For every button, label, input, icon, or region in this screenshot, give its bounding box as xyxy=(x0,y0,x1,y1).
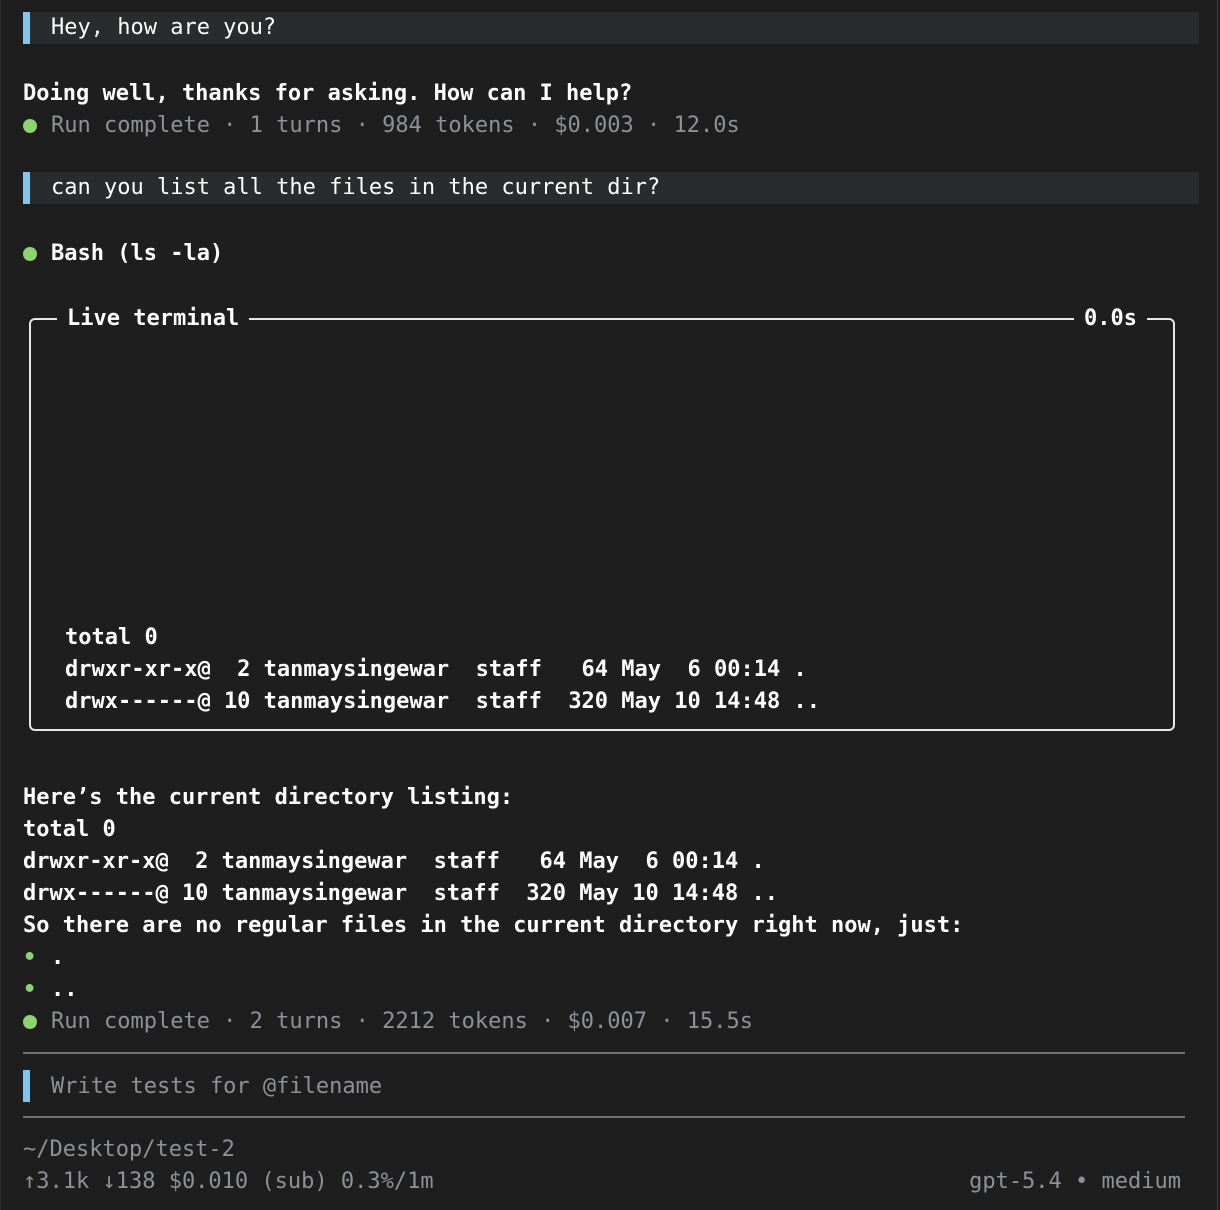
user-message-bar xyxy=(23,12,30,44)
status-dot-icon xyxy=(23,1015,37,1029)
terminal-output-line: drwxr-xr-x@ 2 tanmaysingewar staff 64 Ma… xyxy=(65,657,807,682)
live-terminal-panel: Live terminal 0.0s total 0 drwxr-xr-x@ 2… xyxy=(29,303,1175,731)
list-item-text: .. xyxy=(51,977,78,1002)
list-item-text: . xyxy=(51,945,65,970)
assistant-reply: Doing well, thanks for asking. How can I… xyxy=(23,81,633,106)
live-terminal-title: Live terminal xyxy=(57,303,250,335)
user-message: can you list all the files in the curren… xyxy=(23,172,1199,204)
input-accent-bar xyxy=(23,1070,30,1102)
status-dot-icon xyxy=(23,247,37,261)
run-status: Run complete · 1 turns · 984 tokens · $0… xyxy=(23,110,740,142)
listing-line: drwxr-xr-x@ 2 tanmaysingewar staff 64 Ma… xyxy=(23,849,765,874)
user-message-text: Hey, how are you? xyxy=(51,15,277,40)
run-status-text: Run complete · 2 turns · 2212 tokens · $… xyxy=(51,1009,753,1034)
assistant-reply-summary: So there are no regular files in the cur… xyxy=(23,913,964,938)
usage-stats: ↑3.1k ↓138 $0.010 (sub) 0.3%/1m xyxy=(23,1169,434,1194)
terminal-output-line: total 0 xyxy=(65,625,158,650)
tool-call-label: Bash (ls -la) xyxy=(51,241,224,266)
assistant-reply-intro: Here’s the current directory listing: xyxy=(23,785,514,810)
listing-line: total 0 xyxy=(23,817,116,842)
user-message-bar xyxy=(23,172,30,204)
tool-call: Bash (ls -la) xyxy=(23,238,223,270)
divider xyxy=(23,1052,1185,1054)
model-indicator[interactable]: gpt-5.4 • medium xyxy=(969,1166,1181,1198)
user-message-text: can you list all the files in the curren… xyxy=(51,175,661,200)
terminal-window: Hey, how are you? Doing well, thanks for… xyxy=(0,0,1218,1210)
listing-line: drwx------@ 10 tanmaysingewar staff 320 … xyxy=(23,881,778,906)
bullet-icon: • xyxy=(23,977,37,1002)
terminal-output-line: drwx------@ 10 tanmaysingewar staff 320 … xyxy=(65,689,820,714)
divider xyxy=(23,1116,1185,1118)
list-item: •. xyxy=(23,942,64,974)
run-status: Run complete · 2 turns · 2212 tokens · $… xyxy=(23,1006,753,1038)
cwd-path: ~/Desktop/test-2 xyxy=(23,1137,235,1162)
bullet-icon: • xyxy=(23,945,37,970)
run-status-text: Run complete · 1 turns · 984 tokens · $0… xyxy=(51,113,740,138)
list-item: •.. xyxy=(23,974,78,1006)
user-message: Hey, how are you? xyxy=(23,12,1199,44)
prompt-input-area xyxy=(23,1070,1185,1102)
live-terminal-elapsed: 0.0s xyxy=(1074,303,1147,335)
prompt-input[interactable] xyxy=(51,1070,1171,1102)
status-dot-icon xyxy=(23,119,37,133)
